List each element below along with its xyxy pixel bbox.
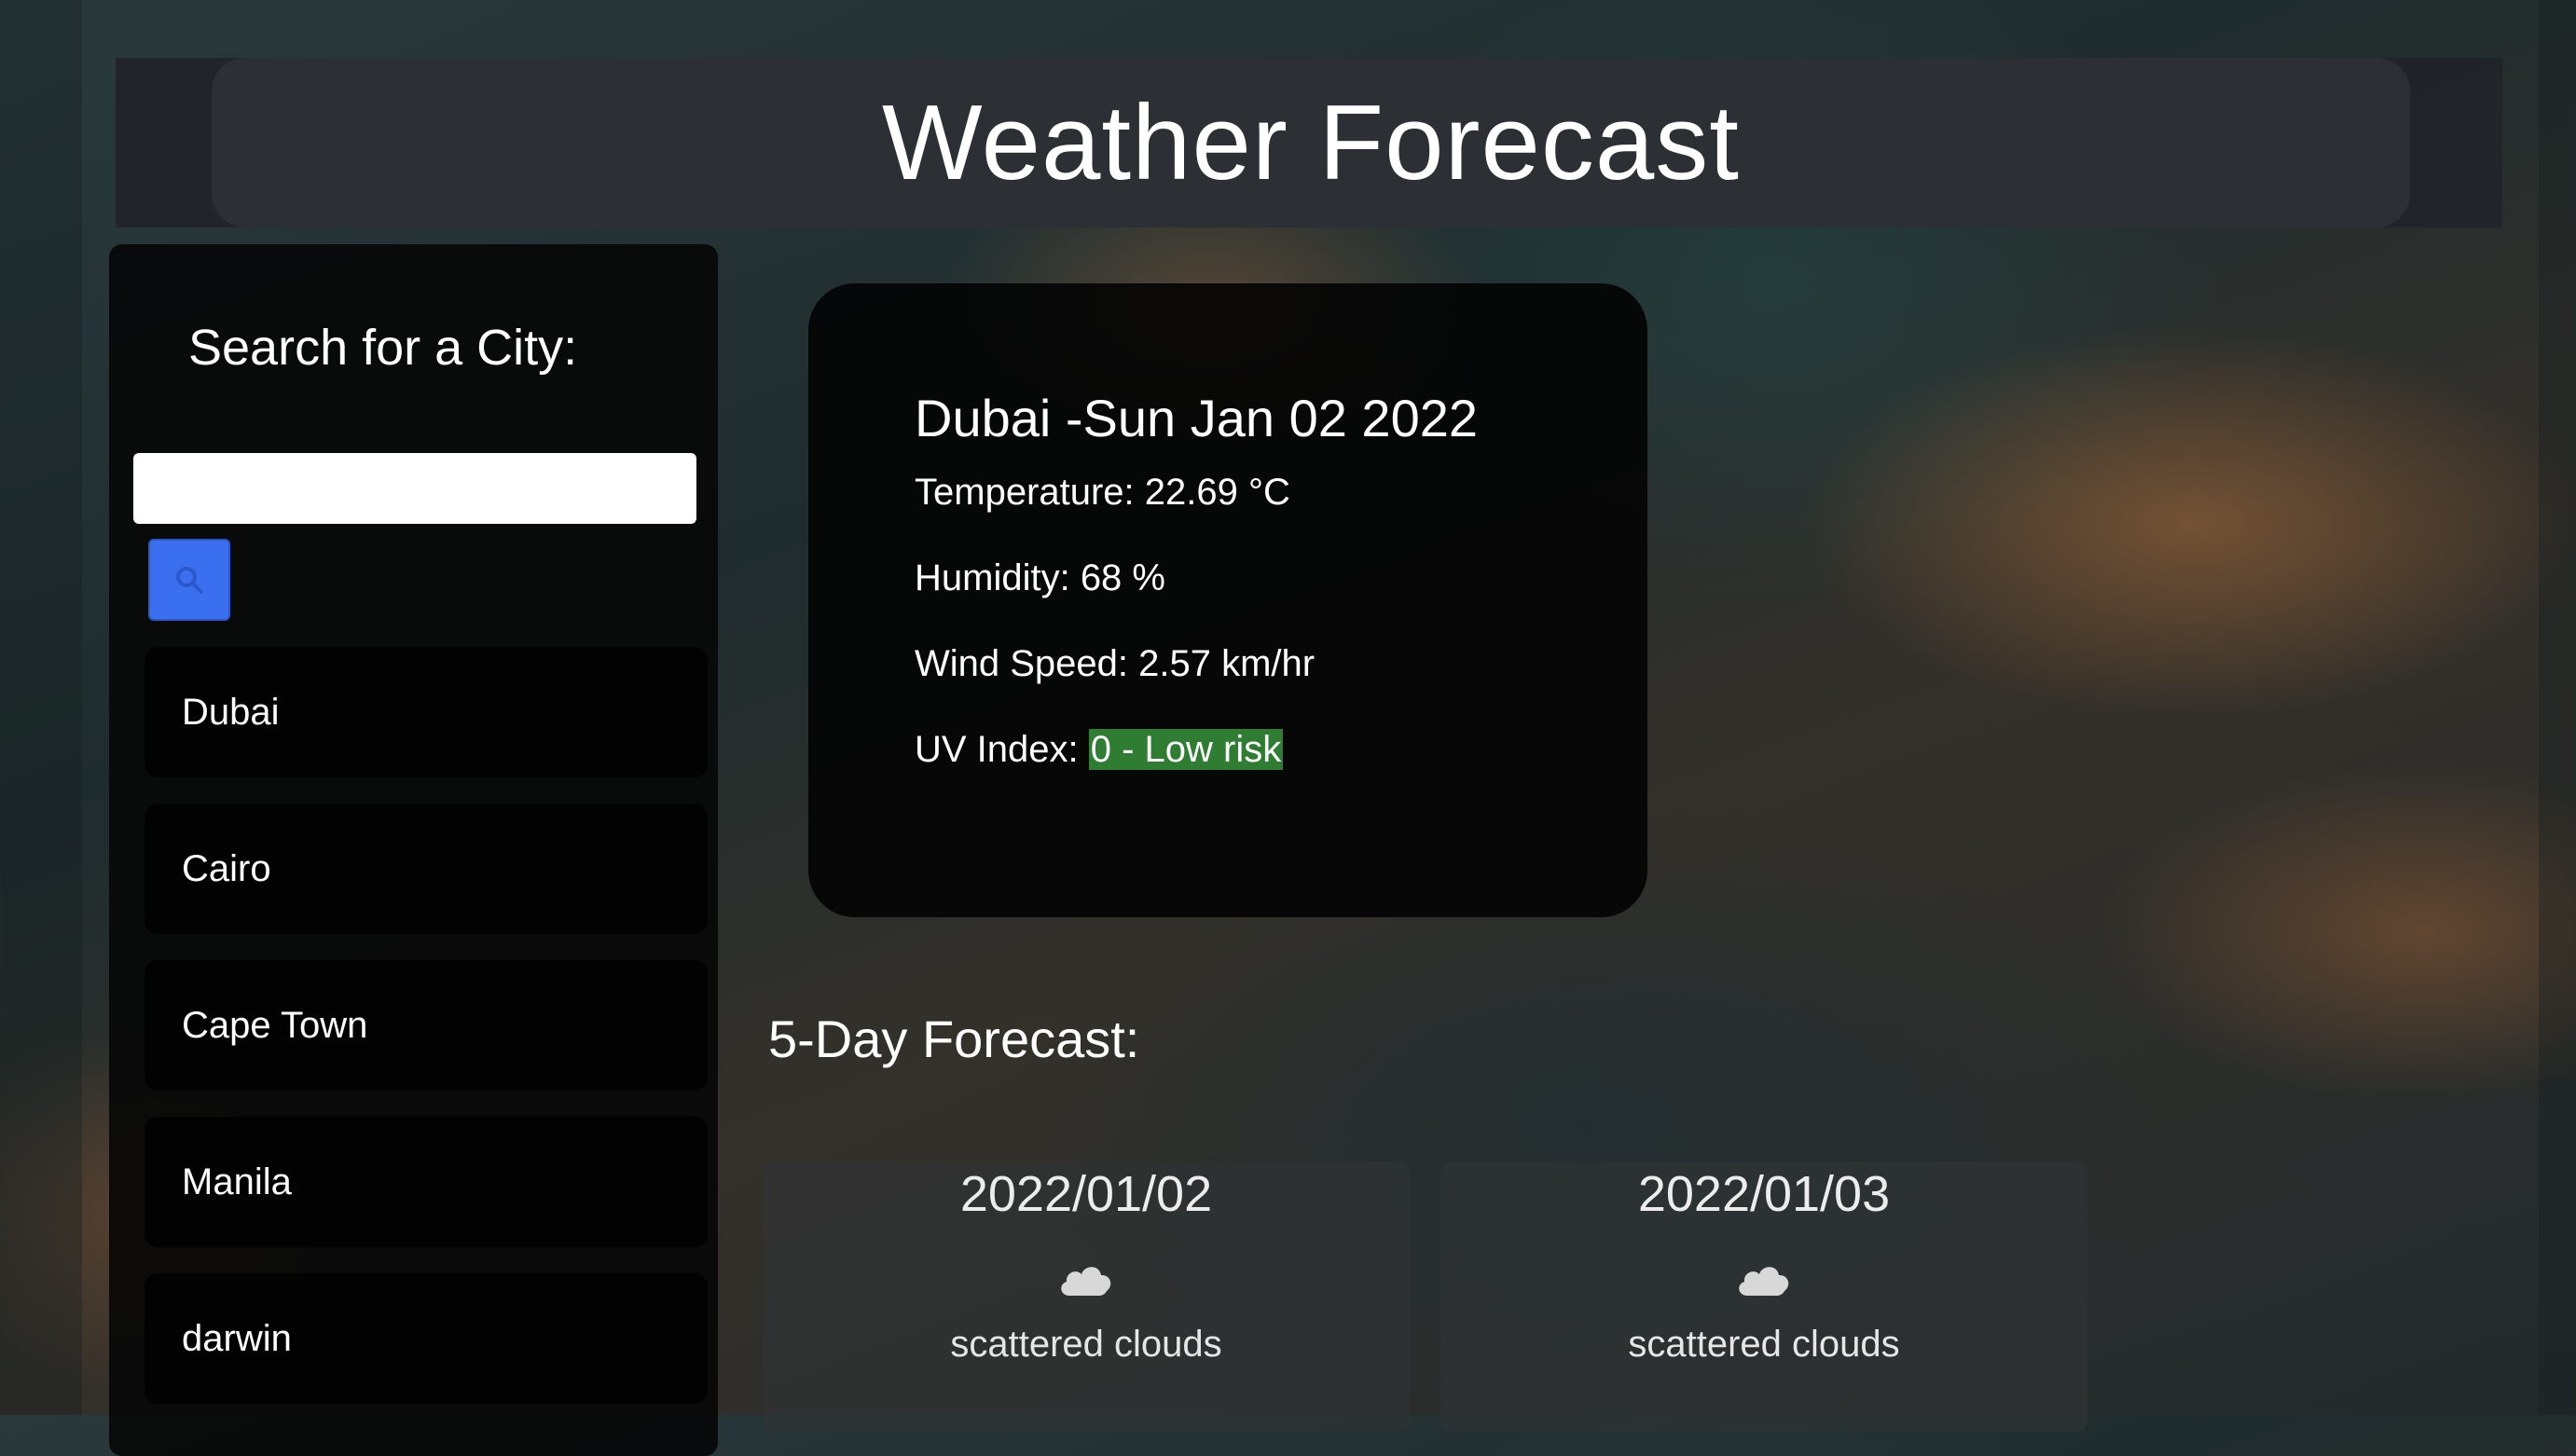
forecast-card: 2022/01/03 scattered clouds	[1440, 1161, 2087, 1432]
city-item-cairo[interactable]: Cairo	[145, 804, 708, 934]
background-edge-right	[2539, 0, 2576, 1415]
header: Weather Forecast	[212, 58, 2410, 227]
humidity-text: Humidity: 68 %	[915, 557, 1165, 598]
current-weather-card: Dubai -Sun Jan 02 2022 Temperature: 22.6…	[808, 283, 1647, 917]
search-button[interactable]	[148, 539, 230, 621]
current-weather-title: Dubai -Sun Jan 02 2022	[915, 389, 1478, 447]
search-icon	[176, 567, 203, 594]
forecast-date: 2022/01/03	[1637, 1166, 1891, 1222]
wind-speed-text: Wind Speed: 2.57 km/hr	[915, 643, 1316, 684]
cloud-icon	[1739, 1267, 1789, 1296]
city-item-manila[interactable]: Manila	[145, 1117, 708, 1247]
uv-index-badge: 0 - Low risk	[1088, 729, 1284, 770]
background-edge-left	[0, 0, 82, 1415]
forecast-date: 2022/01/02	[959, 1166, 1213, 1222]
cloud-icon	[1061, 1267, 1111, 1296]
sidebar: Search for a City: Dubai Cairo Cape Town…	[109, 244, 718, 1456]
search-history-list: Dubai Cairo Cape Town Manila darwin	[145, 647, 708, 1430]
temperature-text: Temperature: 22.69 °C	[915, 472, 1290, 513]
uv-index-label: UV Index:	[915, 729, 1089, 770]
page-title: Weather Forecast	[882, 83, 1740, 202]
forecast-card: 2022/01/02 scattered clouds	[763, 1161, 1410, 1432]
city-search-input[interactable]	[133, 453, 696, 524]
city-item-cape-town[interactable]: Cape Town	[145, 960, 708, 1091]
forecast-heading: 5-Day Forecast:	[768, 1010, 1140, 1068]
search-label: Search for a City:	[188, 320, 578, 376]
uv-index-row: UV Index: 0 - Low risk	[915, 729, 1284, 771]
forecast-description: scattered clouds	[950, 1324, 1222, 1365]
city-item-darwin[interactable]: darwin	[145, 1273, 708, 1404]
city-item-dubai[interactable]: Dubai	[145, 647, 708, 777]
forecast-description: scattered clouds	[1628, 1324, 1900, 1365]
